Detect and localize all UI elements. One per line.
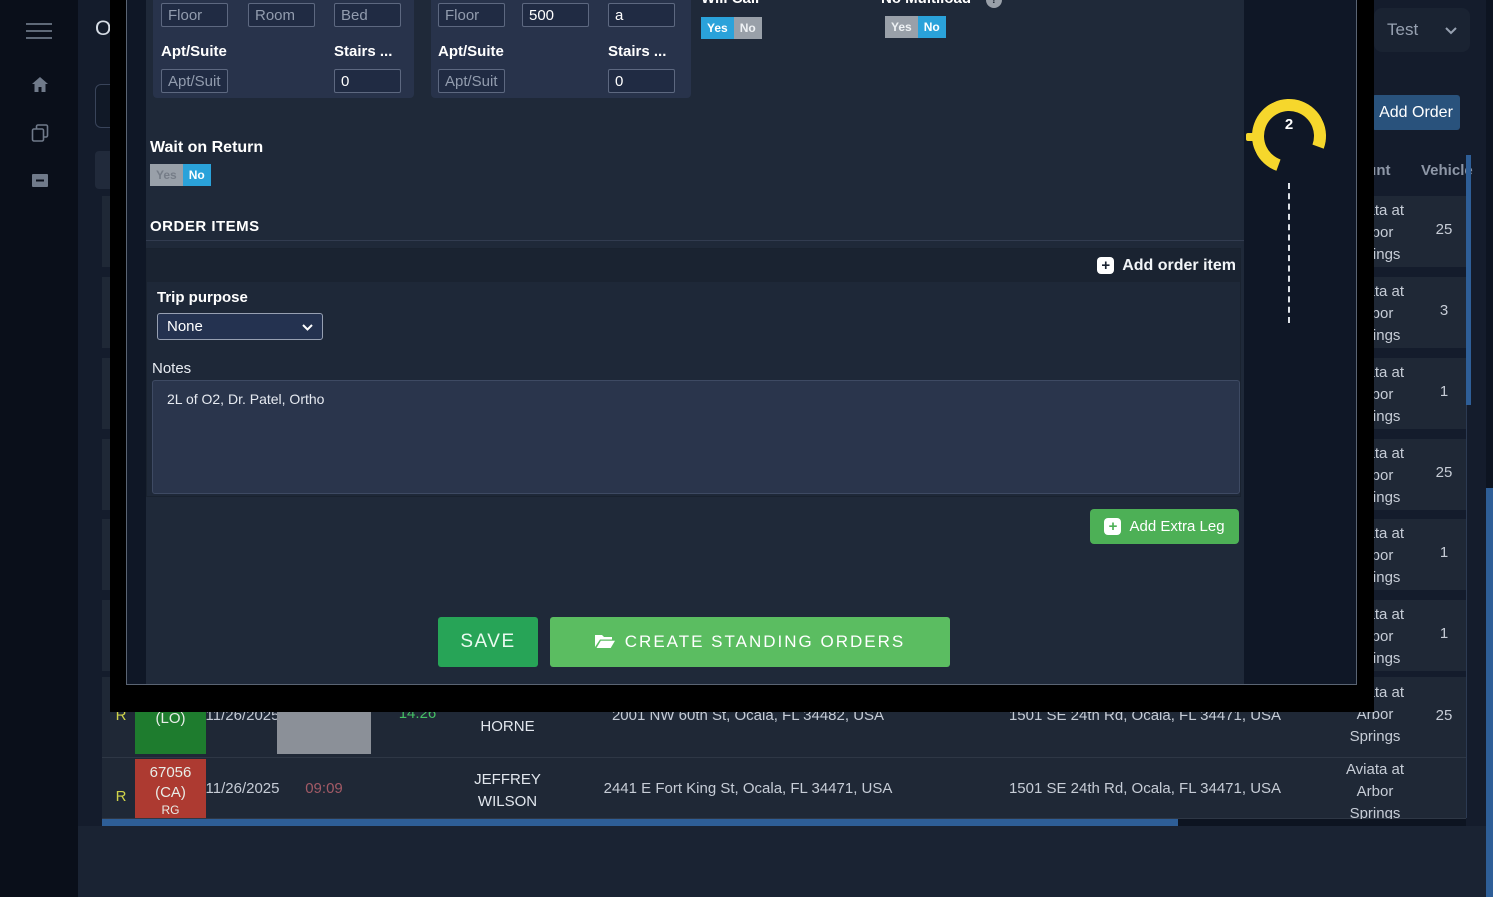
row-count: 25	[1435, 221, 1453, 238]
no-multiload-label: No Multiload	[881, 0, 971, 7]
will-call-label: Will Call	[701, 0, 759, 7]
no-multiload-yes[interactable]: Yes	[885, 16, 918, 38]
beacon-dashed-line	[1288, 183, 1290, 323]
home-icon[interactable]	[31, 76, 49, 99]
row-flag: R	[115, 788, 127, 805]
add-order-item-button[interactable]: + Add order item	[1097, 257, 1236, 275]
notes-textarea[interactable]: 2L of O2, Dr. Patel, Ortho	[152, 380, 1240, 494]
row-name: HORNE	[480, 718, 535, 735]
copy-icon[interactable]	[31, 124, 49, 147]
no-multiload-no[interactable]: No	[917, 16, 946, 38]
will-call-no[interactable]: No	[733, 17, 762, 39]
row-count: 3	[1439, 302, 1449, 319]
chevron-down-icon	[302, 318, 313, 335]
row-pickup-address: 2441 E Fort King St, Ocala, FL 34471, US…	[603, 780, 893, 797]
pickup-address-panel: Apt/Suite Stairs ...	[153, 0, 414, 98]
dropoff-room-input[interactable]	[522, 3, 589, 27]
order-items-title: ORDER ITEMS	[150, 218, 260, 235]
trip-purpose-label: Trip purpose	[157, 289, 248, 306]
order-items-card: + Add order item Trip purpose None Notes…	[146, 248, 1241, 497]
row-dropoff-address: 1501 SE 24th Rd, Ocala, FL 34471, USA	[1008, 780, 1282, 797]
archive-icon[interactable]	[31, 171, 49, 194]
folder-open-icon	[594, 634, 615, 650]
v-scrollbar-thumb[interactable]	[1486, 488, 1493, 897]
will-call-yes[interactable]: Yes	[701, 17, 734, 39]
will-call-toggle[interactable]: Yes No	[701, 17, 762, 39]
pickup-apt-input[interactable]	[161, 69, 228, 93]
row-count: 1	[1439, 544, 1449, 561]
dropoff-stairs-input[interactable]	[608, 69, 675, 93]
row-count: 1	[1439, 383, 1449, 400]
tour-step-number: 2	[1284, 116, 1294, 133]
notes-label: Notes	[152, 360, 192, 377]
row-count: 1	[1439, 625, 1449, 642]
chevron-down-icon	[1445, 20, 1457, 40]
pickup-apt-label: Apt/Suite	[161, 43, 227, 60]
create-standing-orders-button[interactable]: CREATE STANDING ORDERS	[550, 617, 950, 667]
dropoff-address-panel: Apt/Suite Stairs ...	[431, 0, 691, 98]
org-select[interactable]: Test	[1374, 8, 1470, 52]
org-select-value: Test	[1387, 20, 1419, 39]
add-order-button[interactable]: Add Order	[1372, 95, 1460, 130]
dropoff-bed-input[interactable]	[608, 3, 675, 27]
pickup-room-input[interactable]	[248, 3, 315, 27]
pickup-bed-input[interactable]	[334, 3, 401, 27]
leg-status-cell[interactable]: 67056 (CA) RG	[135, 759, 206, 818]
row-count: 25	[1435, 464, 1453, 481]
no-multiload-toggle[interactable]: Yes No	[885, 16, 946, 38]
add-extra-leg-button[interactable]: + Add Extra Leg	[1090, 509, 1239, 544]
pickup-stairs-input[interactable]	[334, 69, 401, 93]
dropoff-stairs-label: Stairs ...	[608, 43, 667, 60]
dropoff-floor-input[interactable]	[438, 3, 505, 27]
order-items-card-header: + Add order item	[147, 249, 1240, 282]
table-scrollbar-thumb[interactable]	[1466, 155, 1471, 405]
app-root: Orders Test Add Order ount Vehicle Aviat…	[0, 0, 1493, 897]
menu-icon[interactable]	[26, 23, 52, 44]
h-scrollbar-thumb[interactable]	[102, 819, 1178, 826]
save-button[interactable]: SAVE	[438, 617, 538, 667]
dropoff-apt-label: Apt/Suite	[438, 43, 504, 60]
wait-on-return-toggle[interactable]: Yes No	[150, 164, 211, 186]
plus-icon: +	[1097, 257, 1115, 274]
row-time: 09:09	[305, 780, 343, 797]
pickup-floor-input[interactable]	[161, 3, 228, 27]
row-name: JEFFREY WILSON	[474, 771, 541, 810]
wait-on-return-no[interactable]: No	[182, 164, 211, 186]
plus-icon: +	[1104, 518, 1122, 535]
trip-purpose-select[interactable]: None	[157, 313, 323, 340]
pickup-stairs-label: Stairs ...	[334, 43, 393, 60]
wait-on-return-yes[interactable]: Yes	[150, 164, 183, 186]
row-count: 25	[1435, 707, 1453, 724]
row-location: Aviata at Arbor Springs	[1345, 761, 1405, 822]
column-header-vehicle[interactable]: Vehicle	[1421, 162, 1473, 179]
sidebar	[0, 0, 78, 897]
dropoff-apt-input[interactable]	[438, 69, 505, 93]
order-modal: Apt/Suite Stairs ... Apt/Suite Stairs ..…	[126, 0, 1357, 685]
row-date: 11/26/2025	[205, 780, 280, 797]
wait-on-return-label: Wait on Return	[150, 139, 264, 156]
